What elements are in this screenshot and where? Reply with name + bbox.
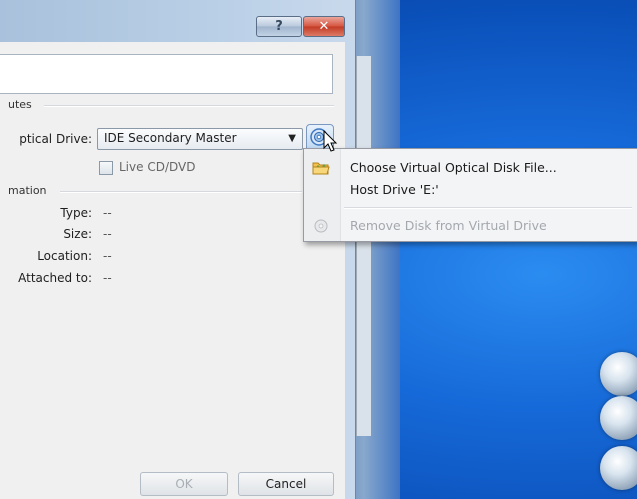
menu-item-label: Choose Virtual Optical Disk File... <box>350 160 557 175</box>
optical-drive-selected-value: IDE Secondary Master <box>104 131 237 145</box>
cancel-button[interactable]: Cancel <box>238 472 334 496</box>
chevron-down-icon: ▼ <box>288 133 296 144</box>
attributes-group-divider <box>44 105 334 107</box>
menu-item-remove-disk: Remove Disk from Virtual Drive <box>304 215 637 237</box>
dialog-client-area: utes ptical Drive: IDE Secondary Master … <box>0 42 345 499</box>
info-location-value: -- <box>103 249 112 263</box>
info-attached-label: Attached to: <box>18 271 92 285</box>
menu-item-host-drive[interactable]: Host Drive 'E:' <box>304 179 637 201</box>
information-group-label: mation <box>8 184 47 197</box>
optical-drive-select[interactable]: IDE Secondary Master ▼ <box>97 128 303 150</box>
live-cd-label: Live CD/DVD <box>119 160 196 174</box>
menu-item-label: Host Drive 'E:' <box>350 182 439 197</box>
information-group-divider <box>60 191 302 193</box>
title-bar[interactable]: ? ✕ <box>0 0 355 42</box>
info-attached-value: -- <box>103 271 112 285</box>
desktop-gadget-clock[interactable] <box>600 352 637 396</box>
storage-tree-panel[interactable] <box>0 54 333 94</box>
info-size-label: Size: <box>63 227 92 241</box>
eject-disc-icon <box>312 217 330 235</box>
attributes-group-label: utes <box>8 98 32 111</box>
info-type-value: -- <box>103 206 112 220</box>
mouse-pointer-icon <box>323 130 338 152</box>
folder-open-icon <box>312 159 330 177</box>
desktop-gadget-meter[interactable] <box>600 396 637 440</box>
info-type-label: Type: <box>60 206 92 220</box>
live-cd-checkbox[interactable] <box>99 161 113 175</box>
info-location-label: Location: <box>37 249 92 263</box>
menu-separator <box>344 207 632 209</box>
help-button[interactable]: ? <box>256 16 302 37</box>
menu-item-choose-virtual-disk[interactable]: Choose Virtual Optical Disk File... <box>304 157 637 179</box>
menu-item-label: Remove Disk from Virtual Drive <box>350 218 547 233</box>
desktop-gadget-slideshow[interactable] <box>600 446 637 490</box>
background-window-scrollbar[interactable] <box>356 56 371 436</box>
storage-settings-dialog: ? ✕ utes ptical Drive: IDE Secondary Mas… <box>0 0 356 499</box>
disk-context-menu: Choose Virtual Optical Disk File... Host… <box>303 148 637 242</box>
optical-drive-label: ptical Drive: <box>19 132 92 146</box>
ok-button[interactable]: OK <box>140 472 228 496</box>
info-size-value: -- <box>103 227 112 241</box>
close-button[interactable]: ✕ <box>303 16 345 37</box>
